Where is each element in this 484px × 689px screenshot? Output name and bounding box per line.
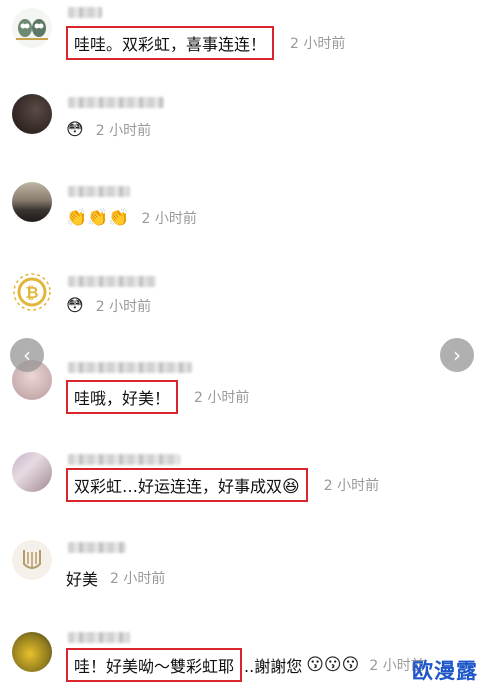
flushed-face-emoji: 😳 — [66, 119, 84, 140]
svg-text:₿: ₿ — [25, 283, 38, 302]
username-blurred[interactable] — [68, 454, 180, 465]
landscape-avatar[interactable] — [12, 182, 52, 222]
logo-avatar[interactable] — [12, 540, 52, 580]
carousel-next-button[interactable]: › — [440, 338, 474, 372]
carousel-prev-button[interactable]: ‹ — [10, 338, 44, 372]
clapping-hands-emoji: 👏👏👏 — [66, 207, 130, 228]
comment-item: 😳 2 小时前 — [0, 90, 484, 150]
owl-avatar[interactable] — [12, 8, 52, 48]
timestamp: 2 小时前 — [323, 478, 380, 494]
comment-item: 哇哇。双彩虹，喜事连连！ 2 小时前 — [0, 0, 484, 60]
comment-text: 双彩虹…好运连连，好事成双😆 — [66, 468, 308, 502]
comment-item: 哇哦，好美！ 2 小时前 — [0, 356, 484, 416]
timestamp: 2 小时前 — [110, 571, 166, 587]
bitcoin-avatar[interactable]: ₿ — [12, 272, 52, 312]
kissing-face-emoji: 😗😗😗 — [306, 654, 360, 675]
group-photo-avatar[interactable] — [12, 452, 52, 492]
timestamp: 2 小时前 — [194, 390, 250, 406]
comment-item: ₿ 😳 2 小时前 — [0, 266, 484, 326]
portrait-avatar[interactable] — [12, 94, 52, 134]
flower-avatar[interactable] — [12, 632, 52, 672]
comment-text: 哇！好美呦～雙彩虹耶 — [66, 648, 243, 682]
username-blurred[interactable] — [68, 186, 130, 197]
comment-item: 双彩虹…好运连连，好事成双😆 2 小时前 — [0, 446, 484, 506]
comment-item: 好美 2 小时前 — [0, 534, 484, 594]
grinning-squint-emoji: 😆 — [282, 477, 300, 497]
chevron-left-icon: ‹ — [23, 343, 31, 367]
username-blurred[interactable] — [68, 97, 164, 108]
timestamp: 2 小时前 — [95, 299, 152, 315]
timestamp: 2 小时前 — [290, 36, 346, 52]
timestamp: 2 小时前 — [95, 123, 152, 139]
comment-text: 哇哇。双彩虹，喜事连连！ — [66, 26, 275, 60]
comment-text: 哇哦，好美！ — [66, 380, 179, 414]
username-blurred[interactable] — [68, 542, 126, 553]
comment-text-continued: ..謝謝您 — [244, 657, 303, 676]
flushed-face-emoji: 😳 — [66, 295, 84, 316]
comment-text: 好美 — [66, 570, 99, 589]
watermark: 欧漫露 — [412, 659, 478, 683]
username-blurred[interactable] — [68, 7, 102, 18]
username-blurred[interactable] — [68, 362, 192, 373]
chevron-right-icon: › — [453, 343, 461, 367]
timestamp: 2 小时前 — [141, 211, 197, 227]
username-blurred[interactable] — [68, 632, 130, 643]
username-blurred[interactable] — [68, 276, 156, 287]
comment-item: 👏👏👏 2 小时前 — [0, 178, 484, 238]
